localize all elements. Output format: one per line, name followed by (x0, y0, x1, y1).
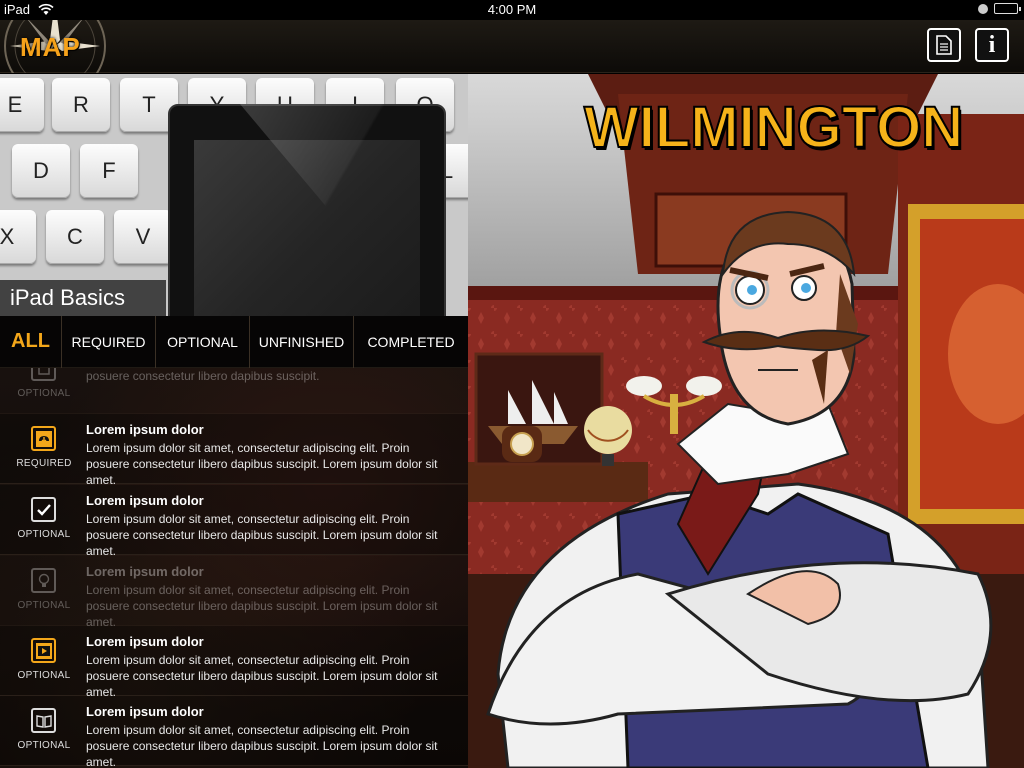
lesson-row[interactable]: OPTIONAL Lorem ipsum dolor Lorem ipsum dol… (0, 626, 468, 699)
info-icon: i (988, 31, 996, 58)
lesson-row[interactable]: REQUIRED Lorem ipsum dolor Lorem ipsum dol… (0, 414, 468, 487)
info-button[interactable]: i (975, 28, 1009, 62)
lesson-description: Lorem ipsum dolor sit amet, consectetur … (86, 441, 438, 487)
keyboard-key: R (52, 78, 110, 132)
lesson-panel: ERTYUIODFLXCV iPad Basics ALLREQUIREDOPT… (0, 74, 468, 768)
lesson-row[interactable]: OPTIONAL Lorem ipsum dolor sit amet, cons… (0, 368, 468, 414)
scene-art (468, 74, 1024, 768)
filter-tab-all[interactable]: ALL (0, 315, 62, 368)
map-logo-text: MAP (20, 32, 81, 62)
filter-tab-unfinished[interactable]: UNFINISHED (250, 315, 354, 368)
lesson-tag: OPTIONAL (17, 529, 71, 540)
lesson-title: Lorem ipsum dolor (86, 634, 204, 649)
top-navbar: MAP i (0, 20, 1024, 73)
download-icon (31, 426, 56, 451)
section-title: iPad Basics (0, 280, 166, 316)
filter-tab-required[interactable]: REQUIRED (62, 315, 156, 368)
lesson-tag: OPTIONAL (17, 670, 71, 681)
lesson-row[interactable]: OPTIONAL Lorem ipsum dolor Lorem ipsum dol… (0, 556, 468, 629)
book-icon (31, 708, 56, 733)
lesson-tag: OPTIONAL (17, 740, 71, 751)
video-icon (31, 638, 56, 663)
lesson-tag: OPTIONAL (17, 600, 71, 611)
lesson-title: Lorem ipsum dolor (86, 422, 204, 437)
orientation-lock-icon (978, 3, 988, 14)
lesson-tag: REQUIRED (16, 458, 72, 469)
lesson-description: Lorem ipsum dolor sit amet, consectetur … (86, 723, 438, 768)
keyboard-key: C (46, 210, 104, 264)
map-button[interactable]: MAP (0, 20, 120, 73)
keyboard-key: D (12, 144, 70, 198)
clock: 4:00 PM (487, 2, 537, 17)
keyboard-key: V (114, 210, 172, 264)
keyboard-key: X (0, 210, 36, 264)
lightbulb-icon (31, 568, 56, 593)
lesson-title: Lorem ipsum dolor (86, 564, 204, 579)
filter-tab-completed[interactable]: COMPLETED (354, 316, 468, 368)
checkmark-icon (31, 497, 56, 522)
lesson-title: Lorem ipsum dolor (86, 704, 204, 719)
lesson-description: Lorem ipsum dolor sit amet, consectetur … (86, 512, 438, 558)
lesson-row[interactable]: OPTIONAL Lorem ipsum dolor Lorem ipsum dol… (0, 485, 468, 558)
document-button[interactable] (927, 28, 961, 62)
lesson-description: Lorem ipsum dolor sit amet, consectetur … (86, 583, 438, 629)
document-icon (936, 35, 952, 55)
lesson-description: Lorem ipsum dolor sit amet, consectetur … (86, 653, 438, 699)
lesson-title: Lorem ipsum dolor (86, 493, 204, 508)
scene-illustration: WILMINGTON (468, 74, 1024, 768)
filter-tab-optional[interactable]: OPTIONAL (156, 315, 250, 368)
ipad-illustration (168, 104, 450, 316)
lesson-row[interactable]: OPTIONAL Lorem ipsum dolor Lorem ipsum dol… (0, 696, 468, 768)
filter-tabs: ALL REQUIRED OPTIONAL UNFINISHED COMPLETED (0, 315, 468, 368)
hero-banner: ERTYUIODFLXCV iPad Basics (0, 74, 468, 316)
lesson-description: Lorem ipsum dolor sit amet, consectetur … (86, 369, 320, 383)
location-title: WILMINGTON (583, 94, 964, 161)
keyboard-key: F (80, 144, 138, 198)
lesson-tag: OPTIONAL (17, 388, 71, 399)
lesson-list[interactable]: OPTIONAL Lorem ipsum dolor sit amet, cons… (0, 368, 468, 768)
keyboard-key: E (0, 78, 44, 132)
partial-icon (31, 368, 56, 381)
battery-icon (994, 3, 1021, 14)
status-bar: iPad 4:00 PM (0, 0, 1024, 20)
